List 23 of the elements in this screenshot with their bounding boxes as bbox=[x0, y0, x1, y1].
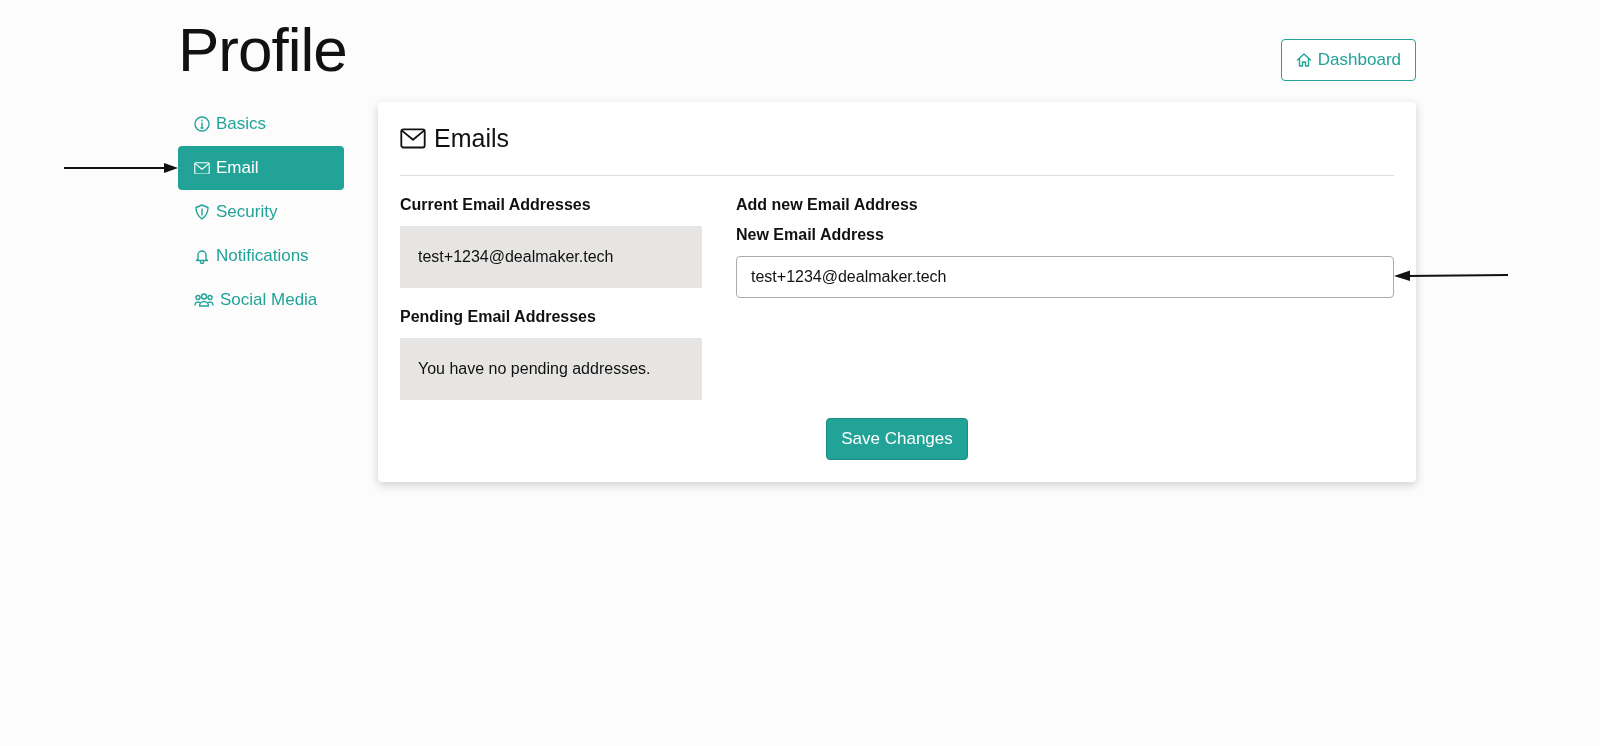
people-icon bbox=[194, 292, 214, 308]
field-label: Pending Email Addresses bbox=[400, 308, 597, 326]
envelope-icon bbox=[194, 161, 210, 175]
bell-icon bbox=[194, 248, 210, 264]
dashboard-button[interactable]: Dashboard bbox=[1280, 39, 1416, 81]
sidebar-item[interactable]: Security bbox=[178, 190, 344, 234]
sidebar-item[interactable]: Social Media bbox=[178, 278, 344, 322]
save-button[interactable]: Save Changes bbox=[826, 418, 968, 460]
field-label: Current Email Addresses bbox=[400, 196, 592, 214]
card-title: Emails bbox=[434, 124, 509, 153]
page-title: Profile bbox=[178, 14, 347, 86]
section-heading: Add new Email Address bbox=[736, 196, 919, 214]
envelope-icon bbox=[400, 128, 426, 149]
info-icon bbox=[194, 116, 210, 132]
current-email: test+1234@dealmaker.tech bbox=[400, 226, 702, 288]
sidebar-item[interactable]: Basics bbox=[178, 102, 344, 146]
pending-message: You have no pending addresses. bbox=[400, 338, 702, 400]
home-icon bbox=[1295, 52, 1312, 68]
sidebar-item[interactable]: Notifications bbox=[178, 234, 344, 278]
shield-icon bbox=[194, 204, 210, 220]
field-label: New Email Address bbox=[736, 226, 885, 244]
email-input[interactable]: test+1234@dealmaker.tech bbox=[736, 256, 1394, 298]
sidebar-item[interactable]: Email bbox=[178, 146, 344, 190]
